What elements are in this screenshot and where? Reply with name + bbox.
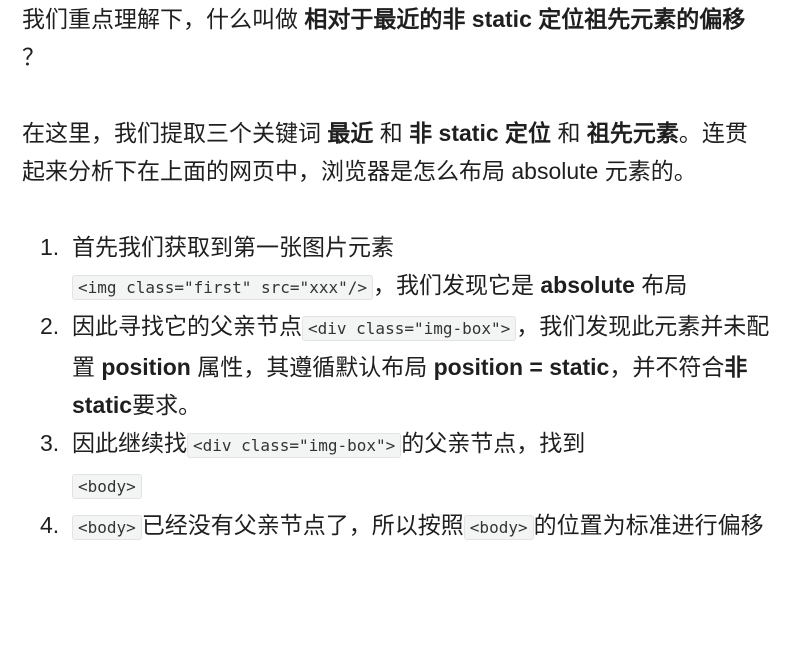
bold-text: position — [101, 354, 191, 380]
bold-text: absolute — [540, 272, 635, 298]
text: 的父亲节点，找到 — [401, 430, 586, 456]
text: 的位置为标准进行偏移 — [533, 512, 764, 538]
list-number: 3. — [40, 430, 60, 456]
text: 我们重点理解下，什么叫做 — [22, 6, 298, 32]
list-item: 2. 因此寻找它的父亲节点 <div class="img-box"> ，我们发现此… — [40, 307, 770, 424]
list-item: 3. 因此继续找 <div class="img-box"> 的父亲节点，找到 <b… — [40, 424, 770, 506]
article-content: 我们重点理解下，什么叫做 相对于最近的非 static 定位祖先元素的偏移 ？ … — [0, 0, 792, 547]
inline-code: <img class="first" src="xxx"/> — [72, 275, 373, 300]
text: ，并不符合 — [609, 354, 725, 380]
text: 和 — [557, 120, 581, 146]
list-number: 4. — [40, 512, 60, 538]
bold-keyword-nonstatic: 非 static 定位 — [409, 120, 552, 146]
paragraph-keywords: 在这里，我们提取三个关键词 最近 和 非 static 定位 和 祖先元素。连贯… — [22, 114, 770, 190]
bold-keyword-nearest: 最近 — [327, 120, 374, 146]
text: ？ — [22, 44, 45, 70]
text: 在这里，我们提取三个关键词 — [22, 120, 321, 146]
bold-keyphrase: 相对于最近的非 static 定位祖先元素的偏移 — [304, 6, 746, 32]
inline-code: <div class="img-box"> — [187, 433, 402, 458]
text: 已经没有父亲节点了，所以按照 — [141, 512, 464, 538]
list-number: 1. — [40, 234, 60, 260]
list-item: 4. <body> 已经没有父亲节点了，所以按照 <body> 的位置为标准进行偏移 — [40, 506, 770, 547]
paragraph-question: 我们重点理解下，什么叫做 相对于最近的非 static 定位祖先元素的偏移 ？ — [22, 0, 770, 76]
text: 首先我们获取到第一张图片元素 — [72, 234, 394, 260]
inline-code: <div class="img-box"> — [302, 316, 517, 341]
list-number: 2. — [40, 313, 60, 339]
text: 因此寻找它的父亲节点 — [72, 313, 302, 339]
text: 属性，其遵循默认布局 — [197, 354, 428, 380]
text: 和 — [379, 120, 403, 146]
text: 布局 — [641, 272, 688, 298]
inline-code: <body> — [72, 474, 142, 499]
text: 要求。 — [132, 392, 202, 418]
text: ，我们发现它是 — [372, 272, 534, 298]
inline-code: <body> — [463, 515, 534, 540]
text: 因此继续找 — [72, 430, 187, 456]
steps-list: 1. 首先我们获取到第一张图片元素 <img class="first" src… — [22, 228, 770, 547]
list-item: 1. 首先我们获取到第一张图片元素 <img class="first" src… — [40, 228, 770, 307]
bold-keyword-ancestor: 祖先元素 — [586, 120, 679, 146]
bold-text: position = static — [433, 354, 610, 380]
inline-code: <body> — [72, 515, 142, 540]
